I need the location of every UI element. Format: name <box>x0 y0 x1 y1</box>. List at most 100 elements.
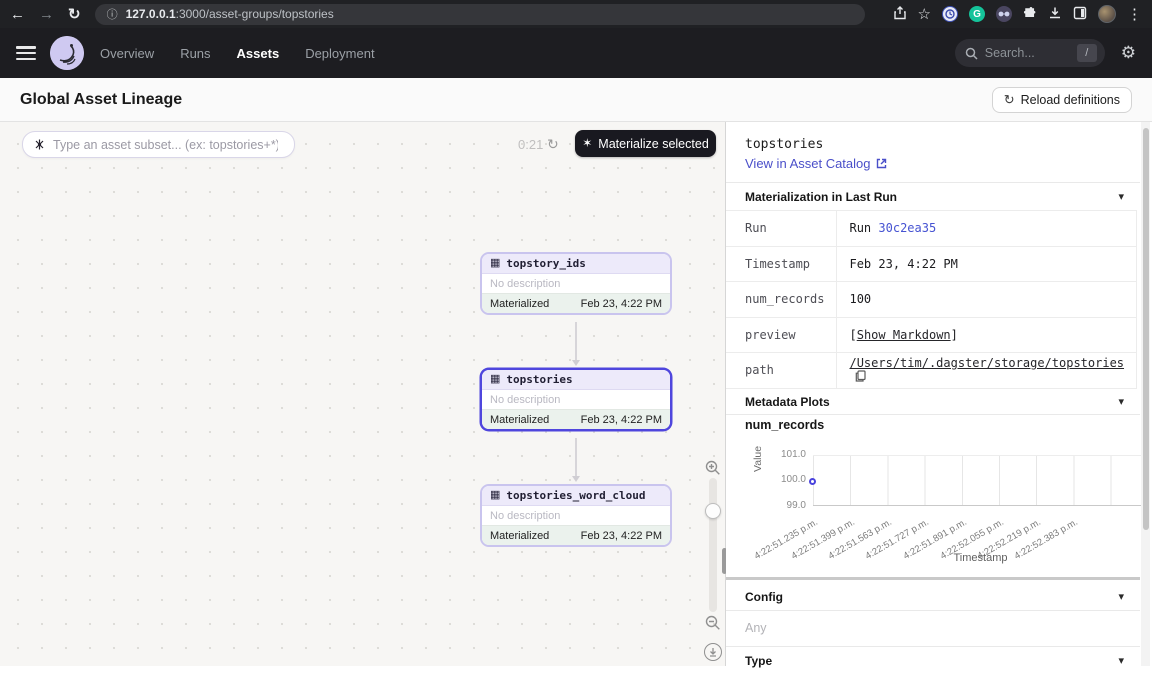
extension-timer-icon[interactable] <box>942 6 958 22</box>
row-label: path <box>726 353 837 389</box>
asset-node-name: topstories <box>506 373 572 386</box>
y-tick: 99.0 <box>762 500 806 511</box>
zoom-out-icon[interactable] <box>705 615 721 636</box>
view-in-asset-catalog-link[interactable]: View in Asset Catalog <box>745 156 887 171</box>
url-text: 127.0.0.1:3000/asset-groups/topstories <box>126 7 334 21</box>
run-id-link[interactable]: 30c2ea35 <box>878 221 936 235</box>
reload-definitions-button[interactable]: ↻ Reload definitions <box>992 87 1132 113</box>
chevron-down-icon: ▾ <box>1118 395 1124 408</box>
nav-overview[interactable]: Overview <box>100 46 154 61</box>
browser-reload-icon[interactable]: ↻ <box>68 7 81 22</box>
asset-node-topstory-ids[interactable]: ▦ topstory_ids No description Materializ… <box>480 252 672 315</box>
bookmark-star-icon[interactable]: ☆ <box>918 7 931 22</box>
num-records-chart[interactable] <box>813 455 1148 506</box>
asset-subset-filter[interactable] <box>22 131 295 158</box>
y-tick: 101.0 <box>762 449 806 460</box>
asset-node-topstories-word-cloud[interactable]: ▦ topstories_word_cloud No description M… <box>480 484 672 547</box>
refresh-timer: 0:21 <box>518 137 543 152</box>
section-metadata-plots[interactable]: Metadata Plots ▾ <box>726 388 1140 415</box>
y-tick: 100.0 <box>762 474 806 485</box>
site-info-icon[interactable]: ⓘ <box>107 6 118 22</box>
zoom-to-fit-icon[interactable] <box>704 643 722 661</box>
browser-toolbar: ← → ↻ ⓘ 127.0.0.1:3000/asset-groups/tops… <box>0 0 1152 28</box>
x-axis-label: Timestamp <box>813 552 1148 564</box>
asset-node-name: topstory_ids <box>506 257 585 270</box>
address-bar[interactable]: ⓘ 127.0.0.1:3000/asset-groups/topstories <box>95 4 865 25</box>
main-content: 0:21 ↻ ✶ Materialize selected ▦ topstory… <box>0 122 1152 666</box>
row-label: Run <box>726 211 837 247</box>
sidebar-toggle-icon[interactable] <box>1073 6 1087 23</box>
nav-runs[interactable]: Runs <box>180 46 210 61</box>
show-markdown-link[interactable]: Show Markdown <box>857 328 951 342</box>
edge-arrow <box>572 438 580 482</box>
scrollbar-thumb[interactable] <box>1143 128 1149 530</box>
details-scrollbar <box>1141 122 1150 666</box>
materialize-selected-button[interactable]: ✶ Materialize selected <box>575 130 716 157</box>
share-icon[interactable] <box>893 6 907 23</box>
table-row: path /Users/tim/.dagster/storage/topstor… <box>726 353 1137 389</box>
section-type[interactable]: Type ▾ <box>726 647 1140 674</box>
search-shortcut-badge: / <box>1077 44 1097 62</box>
plot-metric-label: num_records <box>745 418 824 432</box>
copy-icon[interactable] <box>855 370 866 385</box>
table-asset-icon: ▦ <box>490 258 500 269</box>
chevron-down-icon: ▾ <box>1118 654 1124 667</box>
asset-node-topstories[interactable]: ▦ topstories No description Materialized… <box>480 368 672 431</box>
config-value: Any <box>745 621 767 635</box>
hamburger-menu-icon[interactable] <box>16 46 36 60</box>
downloads-icon[interactable] <box>1048 6 1062 23</box>
asset-detail-title: topstories <box>745 137 823 152</box>
materialization-table: Run Run 30c2ea35 Timestamp Feb 23, 4:22 … <box>726 210 1137 389</box>
external-link-icon <box>876 158 887 169</box>
search-icon <box>965 47 978 60</box>
reload-icon: ↻ <box>1004 92 1015 108</box>
asset-node-description: No description <box>482 390 670 409</box>
dagster-logo[interactable] <box>50 36 84 70</box>
row-value: Feb 23, 4:22 PM <box>837 246 1137 282</box>
browser-menu-icon[interactable]: ⋮ <box>1127 7 1142 22</box>
search-input[interactable] <box>985 46 1065 60</box>
edge-arrow <box>572 322 580 366</box>
asset-node-status: Materialized <box>490 414 549 426</box>
asset-details-panel: topstories View in Asset Catalog Materia… <box>726 122 1152 666</box>
asset-node-status: Materialized <box>490 530 549 542</box>
page-title: Global Asset Lineage <box>20 91 182 109</box>
asset-subset-input[interactable] <box>53 138 278 152</box>
asset-node-description: No description <box>482 506 670 525</box>
table-row: Run Run 30c2ea35 <box>726 211 1137 247</box>
browser-profile-avatar[interactable] <box>1098 5 1116 23</box>
row-label: Timestamp <box>726 246 837 282</box>
asset-node-timestamp: Feb 23, 4:22 PM <box>581 530 662 542</box>
table-asset-icon: ▦ <box>490 374 500 385</box>
zoom-slider-handle[interactable] <box>705 503 721 519</box>
asset-node-description: No description <box>482 274 670 293</box>
row-label: num_records <box>726 282 837 318</box>
nav-deployment[interactable]: Deployment <box>305 46 374 61</box>
materialize-sparkle-icon: ✶ <box>582 136 592 150</box>
section-materialization[interactable]: Materialization in Last Run ▾ <box>726 183 1140 210</box>
chevron-down-icon: ▾ <box>1118 190 1124 203</box>
asset-graph-panel: 0:21 ↻ ✶ Materialize selected ▦ topstory… <box>0 122 725 666</box>
page-header: Global Asset Lineage ↻ Reload definition… <box>0 78 1152 122</box>
extension-glasses-icon[interactable] <box>996 6 1012 22</box>
browser-back-icon[interactable]: ← <box>10 7 25 22</box>
table-row: Timestamp Feb 23, 4:22 PM <box>726 246 1137 282</box>
section-config[interactable]: Config ▾ <box>726 583 1140 610</box>
refresh-icon[interactable]: ↻ <box>547 136 559 153</box>
row-value: 100 <box>837 282 1137 318</box>
data-point[interactable] <box>809 478 816 485</box>
extension-grammarly-icon[interactable]: G <box>969 6 985 22</box>
path-link[interactable]: /Users/tim/.dagster/storage/topstories <box>849 356 1124 370</box>
browser-forward-icon[interactable]: → <box>39 7 54 22</box>
asset-node-name: topstories_word_cloud <box>506 489 645 502</box>
zoom-slider-track[interactable] <box>709 478 717 612</box>
asset-node-timestamp: Feb 23, 4:22 PM <box>581 414 662 426</box>
settings-gear-icon[interactable]: ⚙ <box>1121 43 1136 63</box>
extensions-puzzle-icon[interactable] <box>1023 6 1037 23</box>
nav-assets[interactable]: Assets <box>237 46 280 61</box>
global-search[interactable]: / <box>955 39 1105 67</box>
asset-node-timestamp: Feb 23, 4:22 PM <box>581 298 662 310</box>
app-nav: Overview Runs Assets Deployment / ⚙ <box>0 28 1152 78</box>
asset-subset-icon <box>33 138 46 151</box>
chevron-down-icon: ▾ <box>1118 590 1124 603</box>
